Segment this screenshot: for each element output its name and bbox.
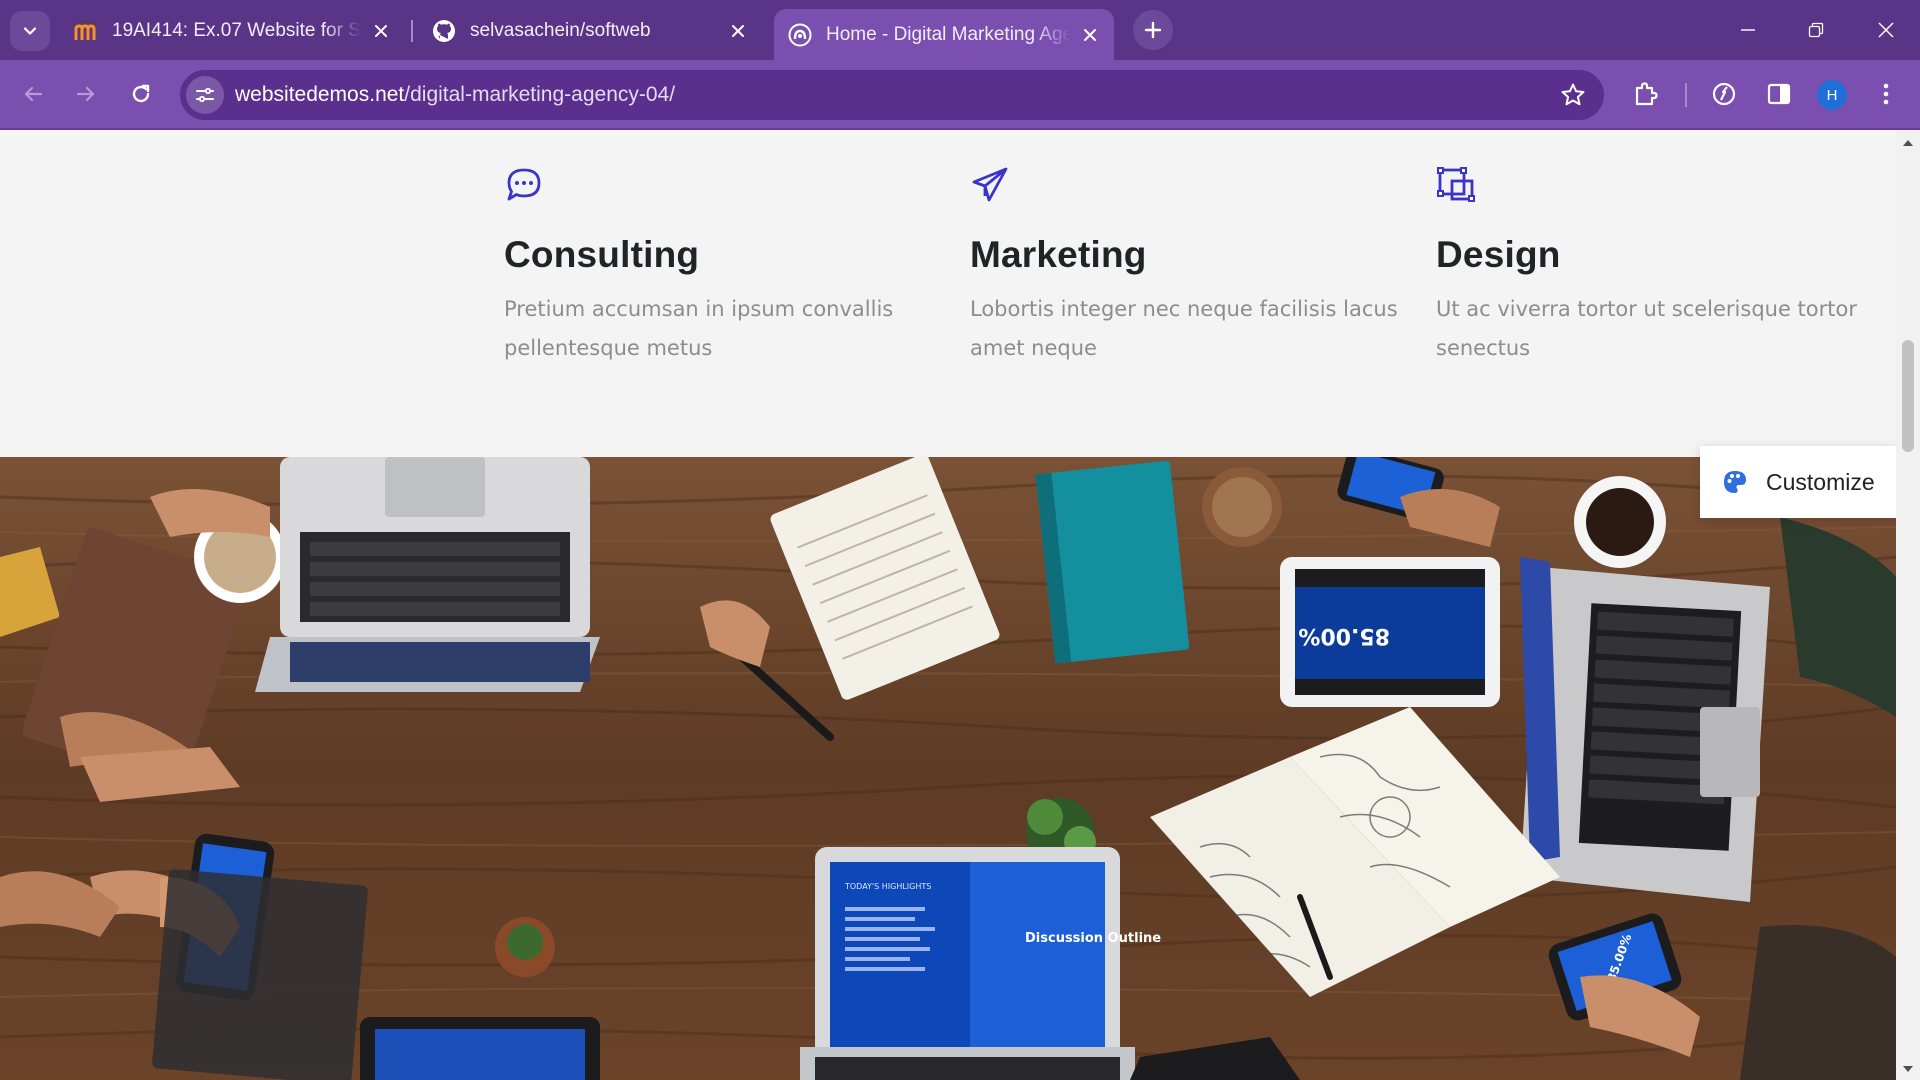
tab-title: Home - Digital Marketing Agency [826,23,1070,45]
customize-button[interactable]: Customize [1700,446,1896,518]
arrow-left-icon [24,86,43,102]
bookmark-star-icon[interactable] [1560,82,1586,108]
github-icon [432,19,456,43]
url-text[interactable]: websitedemos.net/digital-marketing-agenc… [235,83,675,107]
scroll-down-arrow-icon[interactable] [1902,1064,1914,1074]
feature-title: Marketing [970,234,1147,275]
tablet-screen-text: 85.00% [1298,623,1390,648]
site-icon [788,23,812,47]
scroll-up-arrow-icon[interactable] [1902,138,1914,148]
performance-button[interactable] [1704,74,1744,114]
palette-icon [1724,471,1746,493]
chat-bubble-icon [507,168,541,201]
feature-description: Ut ac viverra tortor ut scelerisque tort… [1436,297,1857,360]
speedometer-icon [1712,82,1736,106]
moodle-icon [74,19,98,43]
restore-icon [1808,22,1824,38]
restore-button[interactable] [1788,8,1844,52]
side-panel-button[interactable] [1759,74,1799,114]
close-tab-icon[interactable] [726,19,750,43]
side-panel-icon [1767,83,1791,105]
webpage: Consulting Pretium accumsan in ipsum con… [0,130,1896,1080]
paper-plane-icon [972,167,1008,202]
feature-description: Lobortis integer nec neque facilisis lac… [970,297,1398,360]
back-button[interactable] [11,72,55,116]
reload-icon [132,84,150,103]
desk-illustration: 85.00% TODAY'S HIGHLIGHTS Discussion Out… [0,457,1896,1080]
url-path: /digital-marketing-agency-04/ [404,83,676,106]
tab-strip: 19AI414: Ex.07 Website for Software selv… [0,0,1920,60]
chevron-down-icon [23,27,37,35]
tune-icon [196,87,214,103]
site-info-button[interactable] [186,76,224,114]
url-domain: websitedemos.net [235,83,405,106]
new-tab-button[interactable] [1133,10,1173,50]
forward-button[interactable] [64,72,108,116]
feature-consulting: Consulting Pretium accumsan in ipsum con… [504,165,944,368]
browser-chrome: 19AI414: Ex.07 Website for Software selv… [0,0,1920,130]
arrow-right-icon [76,86,95,102]
tab-search-button[interactable] [10,11,50,51]
profile-avatar[interactable]: H [1817,80,1847,110]
tab-title: 19AI414: Ex.07 Website for Software [112,20,361,41]
tab-title: selvasachein/softweb [470,20,651,41]
browser-toolbar: websitedemos.net/digital-marketing-agenc… [0,60,1920,130]
browser-menu-button[interactable] [1866,74,1906,114]
feature-marketing: Marketing Lobortis integer nec neque fac… [970,165,1410,368]
customize-label: Customize [1766,468,1875,495]
puzzle-icon [1635,82,1658,106]
plus-icon [1144,21,1162,39]
team-desk-photo: 85.00% TODAY'S HIGHLIGHTS Discussion Out… [0,457,1896,1080]
reload-button[interactable] [119,72,163,116]
page-scrollbar[interactable] [1896,130,1920,1080]
design-frame-icon [1437,167,1475,202]
feature-title: Design [1436,234,1561,275]
close-window-button[interactable] [1858,8,1914,52]
tab-separator [411,20,413,42]
close-tab-icon[interactable] [1078,23,1102,47]
tab-github[interactable]: selvasachein/softweb [418,9,762,53]
feature-description: Pretium accumsan in ipsum convallis pell… [504,297,894,360]
feature-design: Design Ut ac viverra tortor ut scelerisq… [1436,165,1876,368]
close-tab-icon[interactable] [369,19,393,43]
laptop-screen-header: TODAY'S HIGHLIGHTS [844,882,931,891]
close-icon [1878,22,1894,38]
more-vertical-icon [1883,83,1889,105]
laptop-screen-title: Discussion Outline [1025,931,1161,946]
minimize-button[interactable] [1720,8,1776,52]
extensions-button[interactable] [1626,74,1666,114]
feature-title: Consulting [504,234,700,275]
toolbar-separator [1685,83,1687,107]
minimize-icon [1741,29,1755,31]
tab-moodle[interactable]: 19AI414: Ex.07 Website for Software [60,9,405,53]
scrollbar-thumb[interactable] [1902,340,1914,452]
address-bar[interactable]: websitedemos.net/digital-marketing-agenc… [180,70,1604,120]
tab-digital-marketing[interactable]: Home - Digital Marketing Agency [774,9,1114,60]
